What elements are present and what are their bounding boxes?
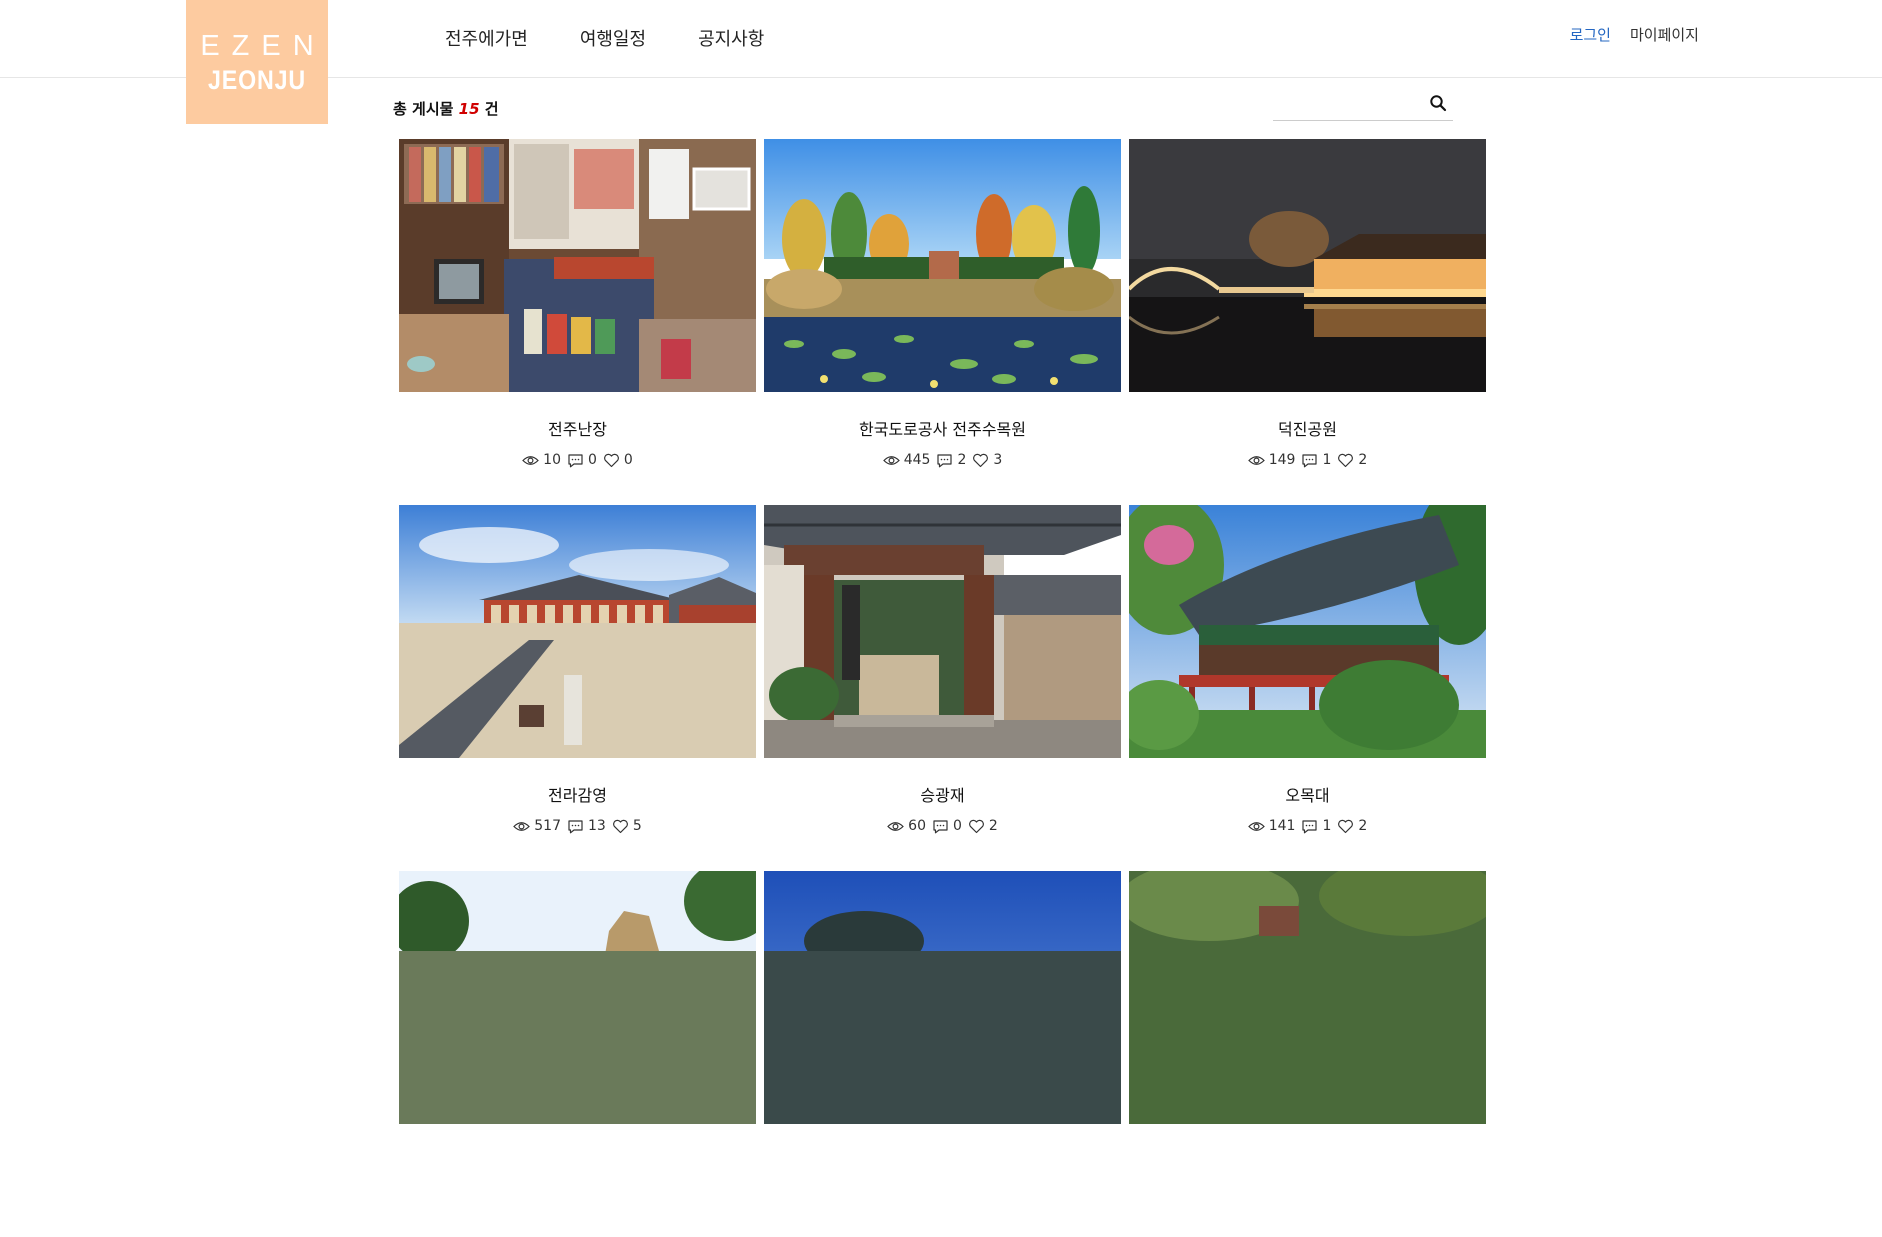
- comment-icon: [933, 819, 948, 833]
- heart-icon: [968, 819, 984, 833]
- post-thumbnail: [1129, 871, 1486, 1124]
- like-count: 3: [993, 452, 1003, 468]
- site-logo[interactable]: EZEN JEONJU: [186, 0, 328, 124]
- eye-icon: [1247, 455, 1265, 465]
- post-count: 총 게시물 15 건: [393, 98, 499, 119]
- post-stats: 10 0 0: [399, 452, 756, 468]
- comment-count: 1: [1322, 818, 1332, 834]
- post-count-prefix: 총 게시물: [393, 100, 454, 118]
- view-count: 10: [543, 452, 561, 468]
- post-stats: 445 2 3: [764, 452, 1121, 468]
- comment-count: 1: [1322, 452, 1332, 468]
- view-count: 445: [903, 452, 931, 468]
- view-count: 60: [908, 818, 926, 834]
- post-title: 한국도로공사 전주수목원: [858, 420, 1026, 439]
- post-stats: 517 13 5: [399, 818, 756, 834]
- view-count: 517: [534, 818, 561, 834]
- post-title: 전주난장: [548, 420, 607, 439]
- post-count-suffix: 건: [484, 100, 499, 118]
- post-card[interactable]: [399, 871, 756, 1237]
- like-count: 2: [1358, 452, 1368, 468]
- post-title: 덕진공원: [1278, 420, 1337, 439]
- heart-icon: [612, 819, 628, 833]
- eye-icon: [1247, 821, 1265, 831]
- heart-icon: [603, 453, 619, 467]
- search-box: [1273, 86, 1453, 121]
- comment-icon: [937, 453, 953, 467]
- post-thumbnail: [399, 505, 756, 758]
- like-count: 2: [1358, 818, 1368, 834]
- post-title: 전라감영: [548, 786, 607, 805]
- util-menu: 로그인 마이페이지: [1570, 24, 1699, 45]
- eye-icon: [882, 455, 900, 465]
- post-thumbnail: [399, 871, 756, 1124]
- post-card[interactable]: 승광재 60 0 2: [764, 505, 1121, 871]
- comment-count: 0: [587, 452, 597, 468]
- nav-item-notice[interactable]: 공지사항: [698, 25, 764, 51]
- post-card[interactable]: 한국도로공사 전주수목원 445 2 3: [764, 139, 1121, 505]
- post-thumbnail: [764, 139, 1121, 392]
- comment-icon: [568, 453, 583, 467]
- heart-icon: [1338, 819, 1354, 833]
- view-count: 141: [1268, 818, 1296, 834]
- post-thumbnail: [1129, 505, 1486, 758]
- post-title: 오목대: [1285, 786, 1330, 805]
- like-count: 2: [988, 818, 998, 834]
- heart-icon: [973, 453, 989, 467]
- nav-item-schedule[interactable]: 여행일정: [580, 25, 646, 51]
- main-nav: 전주에가면 여행일정 공지사항: [445, 25, 764, 51]
- post-stats: 60 0 2: [764, 818, 1121, 834]
- logo-line-1: EZEN: [200, 30, 326, 62]
- heart-icon: [1338, 453, 1354, 467]
- post-title: 승광재: [920, 786, 965, 805]
- post-card[interactable]: 전라감영 517 13 5: [399, 505, 756, 871]
- logo-line-2: JEONJU: [207, 65, 307, 95]
- view-count: 149: [1268, 452, 1296, 468]
- post-thumbnail: [764, 505, 1121, 758]
- comment-icon: [1302, 453, 1318, 467]
- like-count: 5: [632, 818, 642, 834]
- mypage-link[interactable]: 마이페이지: [1630, 24, 1699, 45]
- post-card[interactable]: 전주난장 10 0 0: [399, 139, 756, 505]
- post-count-number: 15: [458, 100, 480, 118]
- eye-icon: [513, 821, 531, 831]
- comment-icon: [1302, 819, 1318, 833]
- like-count: 0: [623, 452, 633, 468]
- comment-count: 2: [957, 452, 967, 468]
- login-link[interactable]: 로그인: [1570, 24, 1611, 45]
- search-icon[interactable]: [1429, 94, 1447, 112]
- post-stats: 149 1 2: [1129, 452, 1486, 468]
- site-header: EZEN JEONJU 전주에가면 여행일정 공지사항 로그인 마이페이지: [0, 0, 1882, 124]
- post-grid: 전주난장 10 0 0 한국도로공사 전주수목원 445 2 3 덕진공원 14…: [399, 139, 1486, 1237]
- post-title: [1129, 1148, 1486, 1170]
- post-thumbnail: [1129, 139, 1486, 392]
- eye-icon: [522, 455, 540, 465]
- post-card[interactable]: 덕진공원 149 1 2: [1129, 139, 1486, 505]
- post-card[interactable]: [1129, 871, 1486, 1237]
- post-card[interactable]: 오목대 141 1 2: [1129, 505, 1486, 871]
- comment-count: 13: [587, 818, 606, 834]
- nav-item-jeonju[interactable]: 전주에가면: [445, 25, 528, 51]
- eye-icon: [887, 821, 905, 831]
- post-title: [399, 1148, 756, 1170]
- post-thumbnail: [764, 871, 1121, 1124]
- comment-count: 0: [952, 818, 962, 834]
- search-input[interactable]: [1273, 86, 1427, 120]
- comment-icon: [568, 819, 583, 833]
- post-title: [764, 1148, 1121, 1170]
- post-stats: 141 1 2: [1129, 818, 1486, 834]
- post-card[interactable]: [764, 871, 1121, 1237]
- post-thumbnail: [399, 139, 756, 392]
